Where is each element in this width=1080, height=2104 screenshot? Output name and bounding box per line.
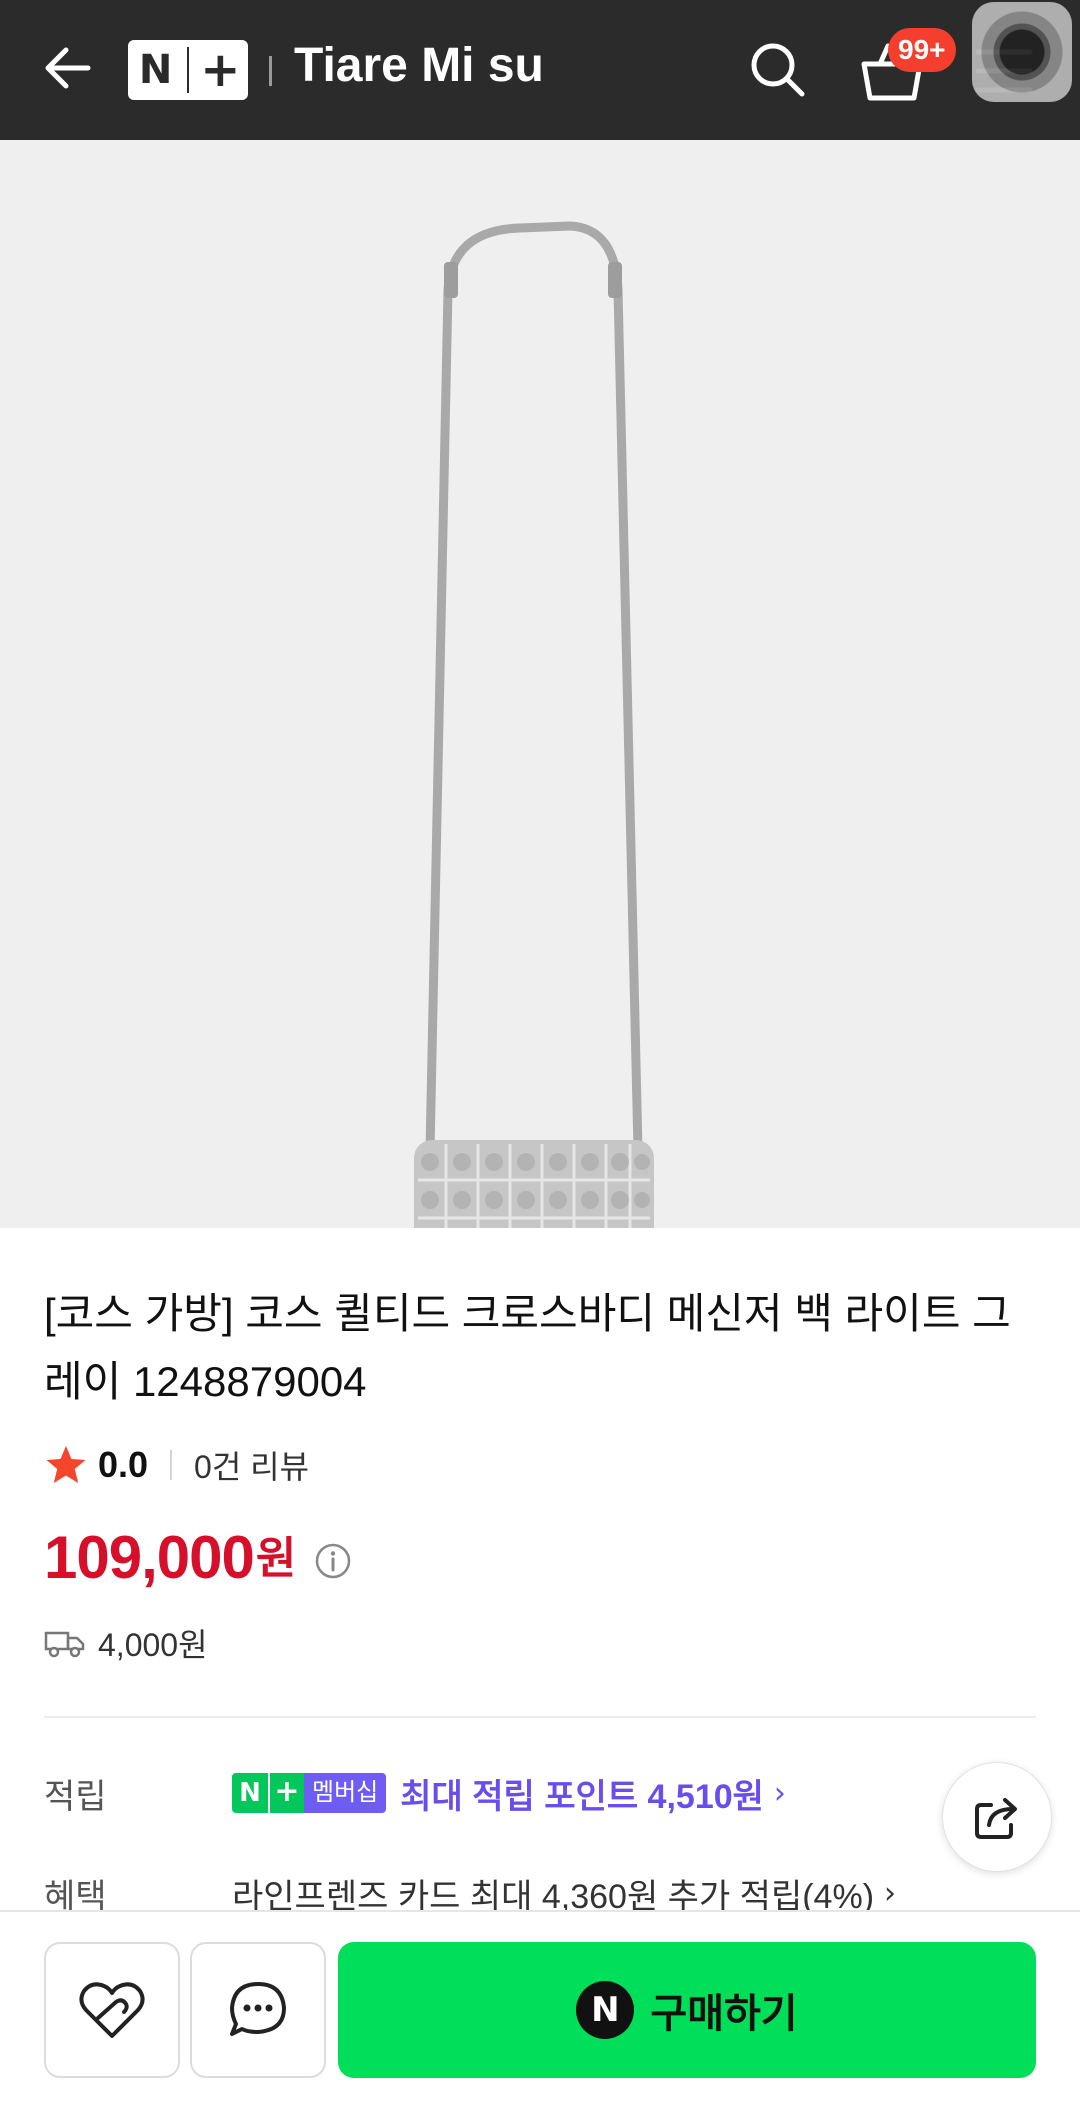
rating-row[interactable]: 0.0 0건 리뷰 — [44, 1440, 309, 1490]
bottom-action-bar: N 구매하기 — [0, 1910, 1080, 2104]
star-icon — [46, 1446, 86, 1483]
wishlist-button[interactable] — [44, 1942, 180, 2078]
naver-plus-logo[interactable]: N + — [128, 40, 248, 100]
points-row[interactable]: 적립 N + 멤버십 최대 적립 포인트 4,510원 › — [44, 1768, 786, 1818]
truck-icon — [44, 1631, 85, 1658]
crossbody-bag-illustration — [414, 221, 654, 1266]
points-label: 적립 — [44, 1777, 107, 1816]
share-icon — [975, 1798, 1017, 1839]
rating-separator — [170, 1450, 173, 1480]
search-button[interactable] — [746, 38, 810, 102]
talk-talk-button[interactable] — [190, 1942, 326, 2078]
price-value: 109,000 — [44, 1524, 255, 1591]
back-button[interactable] — [38, 38, 98, 98]
screen-recorder-overlay[interactable] — [972, 2, 1072, 102]
logo-plus: + — [200, 42, 241, 98]
review-count[interactable]: 0건 리뷰 — [194, 1442, 309, 1488]
naver-plus-membership-badge: N + 멤버십 — [232, 1773, 387, 1813]
rating-value: 0.0 — [98, 1444, 149, 1485]
header-divider — [269, 56, 272, 86]
section-divider — [44, 1716, 1036, 1718]
top-bar: N + Tiare Mi su 99+ — [0, 0, 1080, 140]
logo-separator — [186, 47, 189, 93]
badge-membership: 멤버십 — [304, 1773, 387, 1813]
arrow-left-icon — [45, 47, 91, 89]
search-icon — [751, 43, 805, 97]
price-row: 109,000 원 — [44, 1520, 352, 1592]
product-image[interactable] — [0, 140, 1080, 1266]
badge-n: N — [232, 1773, 268, 1813]
store-name[interactable]: Tiare Mi su — [294, 38, 544, 93]
chevron-right-icon: › — [884, 1875, 897, 1911]
shipping-row: 4,000원 — [44, 1622, 208, 1664]
max-points-text[interactable]: 최대 적립 포인트 4,510원 — [400, 1769, 764, 1818]
buy-button-label: 구매하기 — [650, 1992, 798, 2036]
product-title: [코스 가방] 코스 퀼티드 크로스바디 메신저 백 라이트 그레이 12488… — [44, 1290, 1011, 1405]
price-unit: 원 — [255, 1534, 297, 1583]
shipping-fee: 4,000원 — [98, 1627, 208, 1663]
logo-n: N — [138, 47, 173, 93]
chat-icon — [230, 1982, 286, 2036]
chevron-right-icon: › — [773, 1775, 786, 1811]
badge-plus: + — [268, 1773, 304, 1813]
info-icon[interactable] — [314, 1542, 352, 1580]
cart-count-badge: 99+ — [888, 28, 956, 72]
buy-button[interactable]: N 구매하기 — [338, 1942, 1036, 2078]
heart-icon — [79, 1982, 145, 2038]
naver-pay-n-icon: N — [576, 1981, 635, 2039]
share-button[interactable] — [942, 1762, 1052, 1872]
